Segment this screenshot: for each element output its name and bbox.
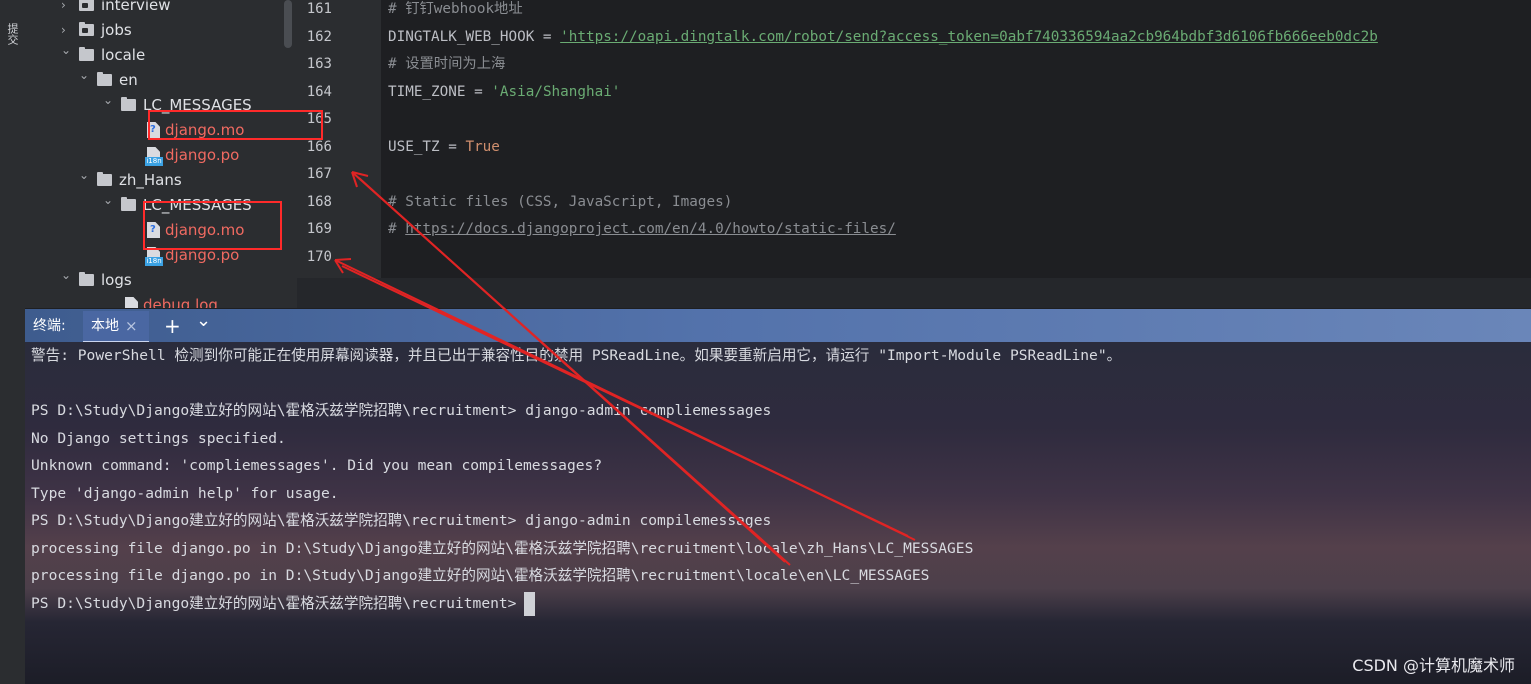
line-number: 165 bbox=[306, 111, 332, 127]
tree-item-label: LC_MESSAGES bbox=[143, 196, 252, 214]
tree-item-label: interview bbox=[101, 0, 171, 14]
code-token: USE_TZ = bbox=[388, 138, 466, 155]
chevron-down-icon[interactable]: ⌄ bbox=[79, 163, 91, 187]
folder-icon bbox=[97, 72, 112, 86]
tree-item[interactable]: debug.log bbox=[103, 293, 285, 308]
terminal-tab-label: 本地 bbox=[91, 318, 119, 334]
project-tree: › interview › jobs ⌄ locale ⌄ en ⌄ LC_MESSAGES? dj… bbox=[25, 0, 297, 308]
add-tab-icon[interactable]: + bbox=[164, 309, 181, 343]
terminal-line: PS D:\Study\Django建立好的网站\霍格沃兹学院招聘\recrui… bbox=[31, 402, 772, 419]
tree-item[interactable]: ⌄ LC_MESSAGES bbox=[103, 193, 285, 217]
chevron-down-icon[interactable]: ⌄ bbox=[103, 188, 115, 212]
tree-item[interactable]: ? django.mo bbox=[125, 118, 285, 142]
terminal-tab-local[interactable]: 本地 × bbox=[83, 311, 149, 343]
code-line[interactable]: # Static files (CSS, JavaScript, Images) bbox=[388, 189, 732, 216]
folder-icon bbox=[121, 97, 136, 111]
terminal-output[interactable]: 警告: PowerShell 检测到你可能正在使用屏幕阅读器，并且已出于兼容性目… bbox=[25, 342, 1531, 684]
folder-icon bbox=[79, 22, 94, 36]
code-token: # 钉钉webhook地址 bbox=[388, 1, 523, 17]
tree-item-label: django.po bbox=[165, 246, 240, 264]
tree-item-label: locale bbox=[101, 46, 146, 64]
csdn-watermark: CSDN @计算机魔术师 bbox=[1352, 656, 1515, 675]
line-number: 168 bbox=[306, 193, 332, 210]
code-line[interactable]: USE_TZ = True bbox=[388, 134, 500, 161]
editor-gutter: 161 162 163 164 165 166 167 168 169 170 bbox=[297, 0, 382, 278]
tree-item-label: django.po bbox=[165, 146, 240, 164]
code-line[interactable]: # 设置时间为上海 bbox=[388, 51, 505, 78]
chevron-down-icon[interactable]: ⌄ bbox=[61, 263, 73, 287]
code-token: # Static files (CSS, JavaScript, Images) bbox=[388, 193, 733, 210]
chevron-down-icon[interactable]: ⌄ bbox=[79, 63, 91, 87]
tree-item-label: django.mo bbox=[165, 121, 245, 139]
tree-item[interactable]: ⌄ locale bbox=[61, 43, 285, 67]
chevron-down-icon[interactable]: ⌄ bbox=[103, 88, 115, 112]
code-token: # 设置时间为上海 bbox=[388, 56, 506, 72]
code-line[interactable]: # https://docs.djangoproject.com/en/4.0/… bbox=[388, 216, 896, 243]
tree-item[interactable]: › jobs bbox=[61, 18, 285, 42]
code-token: 'Asia/Shanghai' bbox=[491, 83, 621, 100]
tree-item-label: en bbox=[119, 71, 138, 89]
terminal-line: No Django settings specified. bbox=[31, 429, 286, 447]
code-token: # bbox=[388, 221, 406, 237]
tree-item[interactable]: ⌄ LC_MESSAGES bbox=[103, 93, 285, 117]
file-icon: ? bbox=[147, 222, 160, 238]
terminal-line: PS D:\Study\Django建立好的网站\霍格沃兹学院招聘\recrui… bbox=[31, 594, 517, 612]
code-token: https://docs.djangoproject.com/en/4.0/ho… bbox=[405, 221, 896, 237]
terminal-toolbar: 终端: 本地 × + ⌄ bbox=[25, 308, 1531, 343]
folder-icon bbox=[79, 0, 94, 11]
tree-item[interactable]: ⌄ logs bbox=[61, 268, 285, 292]
tree-item[interactable]: › interview bbox=[61, 0, 285, 17]
folder-icon bbox=[79, 272, 94, 286]
tree-item[interactable]: i18n django.po bbox=[125, 243, 285, 267]
chevron-right-icon[interactable]: › bbox=[61, 0, 73, 17]
line-number: 169 bbox=[306, 221, 332, 237]
chevron-down-icon[interactable]: ⌄ bbox=[196, 304, 211, 338]
terminal-line: PS D:\Study\Django建立好的网站\霍格沃兹学院招聘\recrui… bbox=[31, 512, 772, 529]
code-token: TIME_ZONE = bbox=[388, 83, 492, 100]
code-editor[interactable]: # 钉钉webhook地址 DINGTALK_WEB_HOOK = 'https:… bbox=[381, 0, 1531, 278]
file-icon bbox=[125, 297, 138, 308]
tree-scrollbar[interactable] bbox=[284, 0, 292, 48]
tree-item-label: LC_MESSAGES bbox=[143, 96, 252, 114]
code-token: True bbox=[465, 138, 500, 155]
line-number: 163 bbox=[306, 56, 332, 72]
tree-item-label: jobs bbox=[101, 21, 132, 39]
line-number: 162 bbox=[306, 28, 332, 45]
line-number: 167 bbox=[306, 166, 332, 182]
terminal-line: 警告: PowerShell 检测到你可能正在使用屏幕阅读器，并且已出于兼容性目… bbox=[31, 347, 1122, 364]
i18n-badge-icon: i18n bbox=[145, 157, 163, 166]
file-icon: ? bbox=[147, 122, 160, 138]
folder-icon bbox=[97, 172, 112, 186]
code-token: 'https://oapi.dingtalk.com/robot/send?ac… bbox=[560, 28, 1378, 45]
editor-footer bbox=[297, 278, 1531, 308]
close-icon[interactable]: × bbox=[125, 309, 138, 343]
chevron-down-icon[interactable]: ⌄ bbox=[61, 38, 73, 62]
tree-item-label: logs bbox=[101, 271, 132, 289]
i18n-badge-icon: i18n bbox=[145, 257, 163, 266]
code-token: DINGTALK_WEB_HOOK = bbox=[388, 28, 561, 45]
tree-item-label: zh_Hans bbox=[119, 171, 182, 189]
terminal-line: processing file django.po in D:\Study\Dj… bbox=[31, 539, 974, 557]
code-line[interactable]: TIME_ZONE = 'Asia/Shanghai' bbox=[388, 79, 620, 106]
terminal-line: processing file django.po in D:\Study\Dj… bbox=[31, 567, 930, 584]
commit-tool-tab[interactable]: 提交 bbox=[3, 8, 22, 60]
code-line[interactable]: # 钉钉webhook地址 bbox=[388, 0, 523, 23]
code-line[interactable]: DINGTALK_WEB_HOOK = 'https://oapi.dingta… bbox=[388, 24, 1378, 51]
tree-item[interactable]: ? django.mo bbox=[125, 218, 285, 242]
line-number: 164 bbox=[306, 83, 332, 100]
line-number: 166 bbox=[306, 138, 332, 155]
tree-item-label: django.mo bbox=[165, 221, 245, 239]
terminal-title: 终端: bbox=[33, 318, 66, 334]
left-tool-strip: 提交 bbox=[0, 0, 26, 684]
folder-icon bbox=[121, 197, 136, 211]
line-number: 161 bbox=[306, 1, 332, 17]
line-number: 170 bbox=[306, 248, 332, 265]
terminal-cursor bbox=[524, 591, 536, 616]
terminal-line: Type 'django-admin help' for usage. bbox=[31, 484, 339, 502]
folder-icon bbox=[79, 47, 94, 61]
tree-item[interactable]: i18n django.po bbox=[125, 143, 285, 167]
terminal-line: Unknown command: 'compliemessages'. Did … bbox=[31, 457, 603, 474]
